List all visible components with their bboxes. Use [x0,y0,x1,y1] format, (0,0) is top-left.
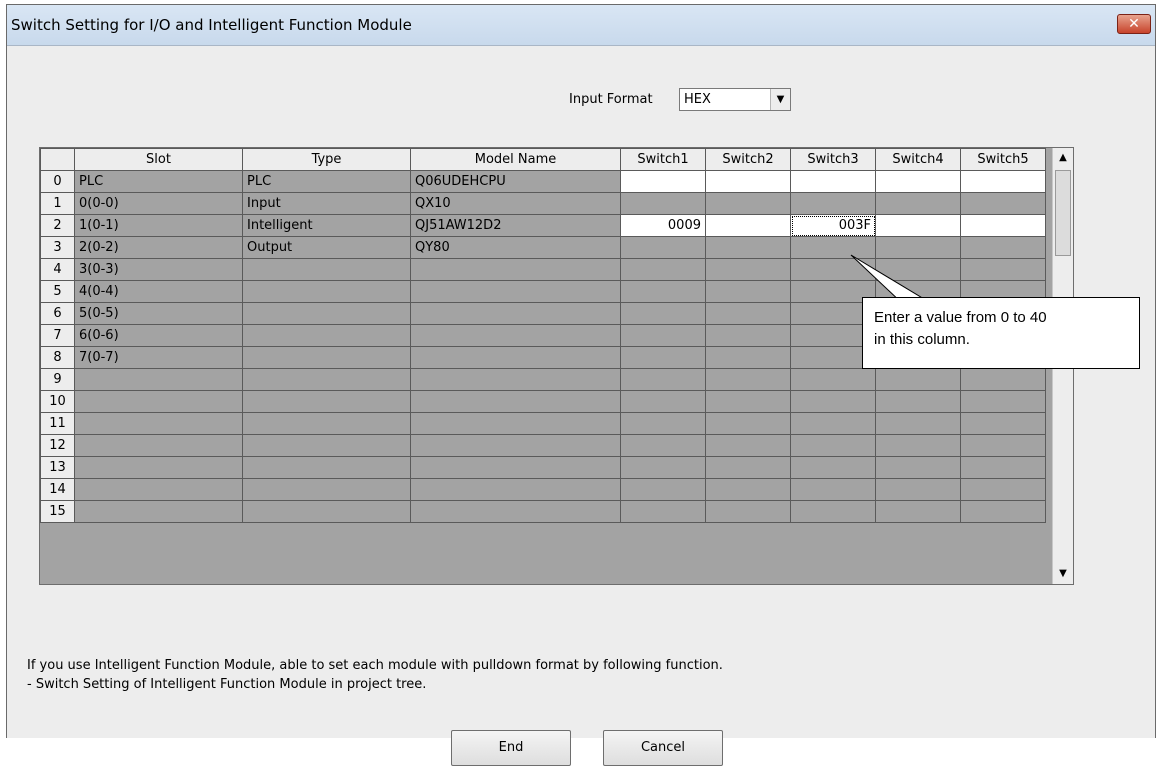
callout-pointer [850,254,936,306]
callout-line1: Enter a value from 0 to 40 [874,309,1047,326]
callout-note: Enter a value from 0 to 40 in this colum… [862,297,1140,369]
callout-line2: in this column. [874,331,970,348]
